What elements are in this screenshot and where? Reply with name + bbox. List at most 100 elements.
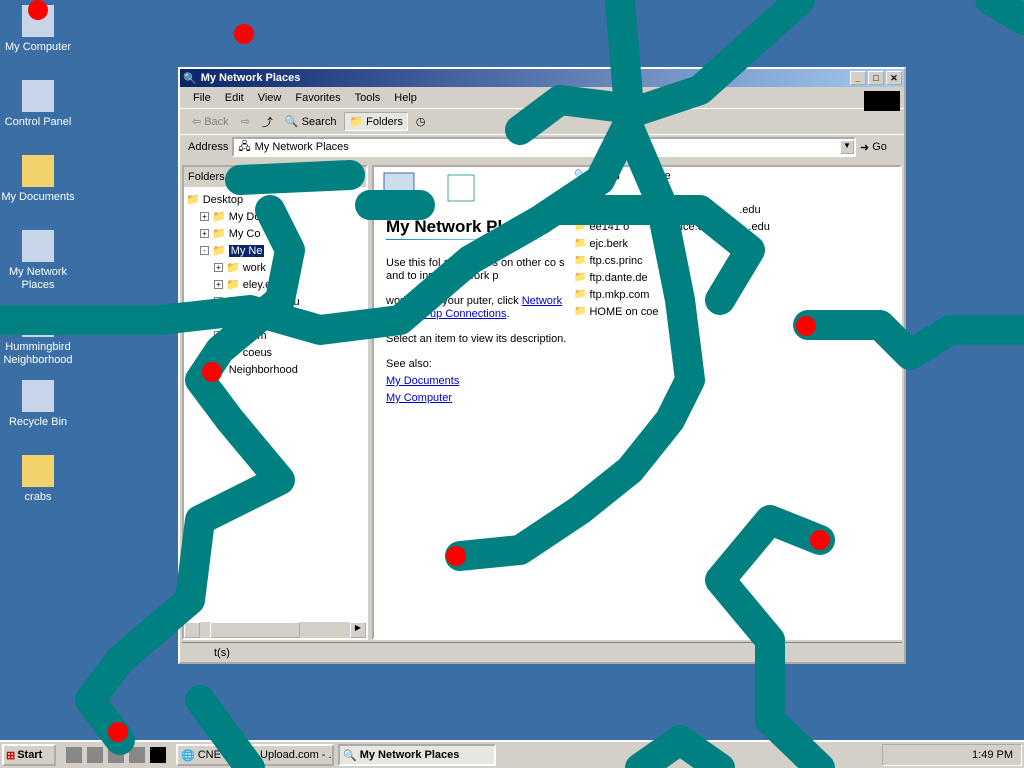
- network-icon[interactable]: [129, 747, 145, 763]
- desktop-icon-network-places[interactable]: My Network Places: [0, 230, 76, 292]
- list-item[interactable]: 📁 ftp.cs.princ: [574, 252, 770, 269]
- tree-item[interactable]: + 📁 work: [186, 259, 364, 276]
- menu-view[interactable]: View: [251, 92, 289, 104]
- tree-item[interactable]: + 📁 .com: [186, 327, 364, 344]
- menu-tools[interactable]: Tools: [348, 92, 388, 104]
- desktop-icon-folder[interactable]: crabs: [0, 455, 76, 504]
- quick-launch: [60, 747, 172, 763]
- expand-icon[interactable]: +: [214, 348, 223, 357]
- expand-icon[interactable]: +: [214, 280, 223, 289]
- menu-edit[interactable]: Edit: [218, 92, 251, 104]
- horizontal-scrollbar[interactable]: ▶: [184, 622, 366, 638]
- desktop-icon-computer[interactable]: My Computer: [0, 5, 76, 54]
- tree-item-label: My Co: [228, 227, 261, 240]
- page-title: My Network Pla: [386, 217, 512, 236]
- scroll-left-button[interactable]: [184, 622, 200, 638]
- expand-icon[interactable]: +: [200, 365, 209, 374]
- maximize-button[interactable]: □: [868, 71, 884, 85]
- toolbar: ⇦ Back ⇨ ⤴ 🔍 Search 📁 Folders ◷: [180, 109, 904, 135]
- list-item[interactable]: 📁 ee141 o service.eecs .edu: [574, 218, 770, 235]
- explorer-icon[interactable]: [87, 747, 103, 763]
- address-field[interactable]: 🖧 My Network Places ▼: [232, 137, 856, 157]
- up-button[interactable]: ⤴: [258, 112, 277, 132]
- list-item-label: Add N lace: [589, 169, 671, 182]
- list-item-label: ee141 o service.eecs .edu: [589, 220, 770, 233]
- tree-item[interactable]: + 📁 coeus: [186, 344, 364, 361]
- task-cnet[interactable]: 🌐 CNET.com - Upload.com - ...: [176, 744, 334, 766]
- list-item[interactable]: 📁 cs152 o service.e .edu: [574, 201, 770, 218]
- list-item[interactable]: 📁 HOME on coe: [574, 303, 770, 320]
- expand-icon[interactable]: +: [214, 263, 223, 272]
- tree-item-label: My Do: [228, 210, 261, 223]
- folder-icon: 📁: [226, 347, 240, 359]
- forward-button[interactable]: ⇨: [237, 113, 254, 130]
- desktop-icon-recycle-bin[interactable]: Recycle Bin: [0, 380, 76, 429]
- minimize-button[interactable]: _: [850, 71, 866, 85]
- title-bar[interactable]: 🔍 My Network Places _ □ ✕: [180, 69, 904, 87]
- folders-pane[interactable]: Folders ✕ 📁 Desktop + 📁 My Do + 📁 My Co - 📁 My Ne + 📁…: [182, 165, 368, 640]
- expand-icon[interactable]: +: [214, 314, 223, 323]
- list-item[interactable]: 🔍 Add N lace: [574, 167, 770, 184]
- list-item[interactable]: 📁 ftp.mkp.com: [574, 286, 770, 303]
- folder-icon: 📁: [226, 279, 240, 291]
- network-folder-icon: 📁: [574, 221, 587, 232]
- folder-tree: 📁 Desktop + 📁 My Do + 📁 My Co - 📁 My Ne + 📁 work + 📁 ele…: [184, 187, 366, 382]
- scroll-right-button[interactable]: ▶: [350, 622, 366, 638]
- menu-help[interactable]: Help: [387, 92, 424, 104]
- menu-file[interactable]: File: [186, 92, 218, 104]
- tree-item[interactable]: + 📁 eley.edu: [186, 276, 364, 293]
- collapse-icon[interactable]: -: [200, 246, 209, 255]
- tree-item[interactable]: - 📁 My Ne: [186, 242, 364, 259]
- desktop-icon-hummingbird[interactable]: Hummingbird Neighborhood: [0, 305, 76, 367]
- list-item[interactable]: 📁 ejc.berk: [574, 235, 770, 252]
- expand-icon[interactable]: +: [214, 297, 223, 306]
- content-pane[interactable]: My Network Pla Use this fol and folders …: [372, 165, 902, 640]
- tree-item-label: Neighborhood: [228, 363, 298, 376]
- list-item[interactable]: 📁 E: [574, 184, 770, 201]
- folder-icon: [22, 455, 54, 487]
- clock: 1:49 PM: [972, 749, 1013, 761]
- tree-item[interactable]: + 📁 inceton.edu: [186, 293, 364, 310]
- tree-item-label: inceton.edu: [242, 295, 300, 308]
- list-item-label: ftp.mkp.com: [589, 288, 650, 301]
- desktop-icon-label: crabs: [24, 491, 52, 503]
- list-item-label: E: [589, 186, 597, 199]
- my-computer-link[interactable]: My Computer: [386, 392, 452, 404]
- expand-icon[interactable]: +: [200, 212, 209, 221]
- tree-item[interactable]: + 📁 e.de: [186, 310, 364, 327]
- folder-icon: 📁: [212, 364, 226, 376]
- internet-explorer-icon[interactable]: [108, 747, 124, 763]
- close-icon[interactable]: ✕: [353, 171, 362, 184]
- tree-item[interactable]: + 📁 My Do: [186, 208, 364, 225]
- task-my-network-places[interactable]: 🔍 My Network Places: [338, 744, 496, 766]
- tree-item[interactable]: 📁 Desktop: [186, 191, 364, 208]
- expand-icon[interactable]: +: [200, 229, 209, 238]
- expand-icon[interactable]: +: [214, 331, 223, 340]
- my-documents-link[interactable]: My Documents: [386, 375, 459, 387]
- desktop-icon-control-panel[interactable]: Control Panel: [0, 80, 76, 129]
- go-button[interactable]: ➜ Go: [860, 141, 900, 154]
- history-button[interactable]: ◷: [412, 113, 430, 130]
- back-button[interactable]: ⇦ Back: [188, 113, 233, 130]
- folders-icon: 📁: [349, 116, 364, 128]
- close-button[interactable]: ✕: [886, 71, 902, 85]
- tree-item[interactable]: + 📁 My Co: [186, 225, 364, 242]
- list-item[interactable]: 📁 ftp.dante.de: [574, 269, 770, 286]
- desktop-icon-documents-folder[interactable]: My Documents: [0, 155, 76, 204]
- tree-item[interactable]: + 📁 Neighborhood: [186, 361, 364, 378]
- folder-icon: 📁: [212, 211, 226, 223]
- back-arrow-icon: ⇦: [192, 116, 202, 128]
- search-button[interactable]: 🔍 Search: [281, 113, 341, 130]
- list-item-label: ftp.cs.princ: [589, 254, 643, 267]
- command-prompt-icon[interactable]: [150, 747, 166, 763]
- start-button[interactable]: ⊞ Start: [2, 744, 56, 766]
- menu-favorites[interactable]: Favorites: [288, 92, 347, 104]
- chevron-down-icon[interactable]: ▼: [840, 140, 854, 154]
- select-hint: Select an item to view its description.: [386, 333, 567, 345]
- folders-button[interactable]: 📁 Folders: [344, 112, 408, 131]
- explorer-window[interactable]: 🔍 My Network Places _ □ ✕ File Edit View Fa…: [178, 67, 906, 664]
- scroll-thumb[interactable]: [210, 622, 300, 638]
- show-desktop-icon[interactable]: [66, 747, 82, 763]
- add-place-icon: 🔍: [574, 170, 587, 181]
- network-banner-icon: [378, 169, 488, 209]
